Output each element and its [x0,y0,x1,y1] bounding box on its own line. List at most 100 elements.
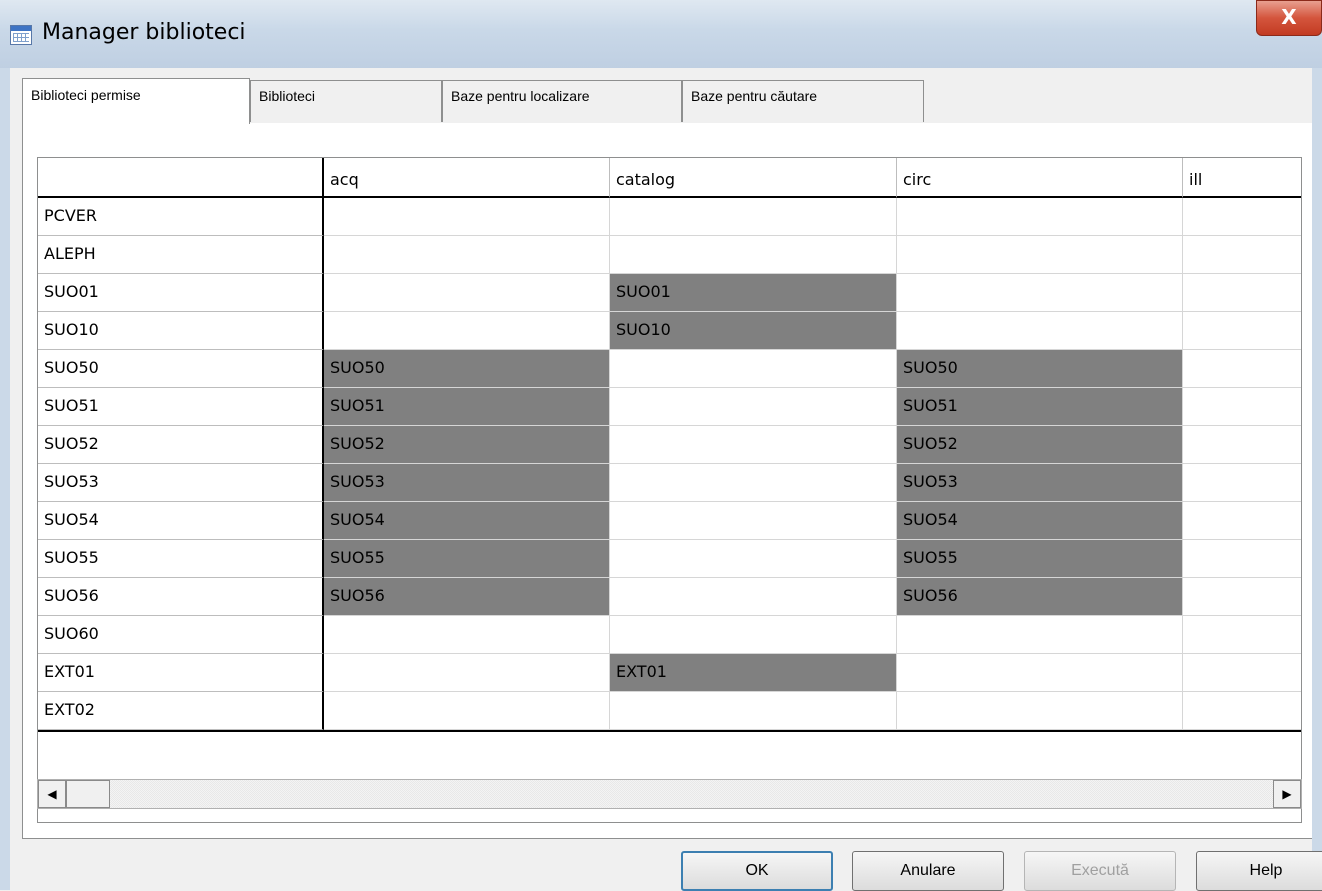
grid-cell[interactable]: SUO54 [897,502,1183,540]
grid-cell[interactable] [1183,350,1301,388]
grid-cell[interactable] [610,464,897,502]
column-header-catalog[interactable]: catalog [610,158,897,198]
scroll-thumb[interactable] [66,780,110,808]
tab-label: Baze pentru localizare [451,88,590,104]
grid-cell[interactable]: SUO52 [897,426,1183,464]
tab-biblioteci[interactable]: Biblioteci [250,80,442,122]
grid-cell[interactable] [610,578,897,616]
title-bar: Manager biblioteci X [0,0,1322,68]
row-header-suo60[interactable]: SUO60 [38,616,324,654]
grid-cell[interactable] [897,692,1183,730]
scroll-right-button[interactable]: ▶ [1273,780,1301,808]
grid-cell[interactable] [1183,502,1301,540]
grid-cell[interactable] [897,198,1183,236]
grid-cell[interactable]: SUO51 [324,388,610,426]
grid-empty-area [38,730,1301,732]
row-header-aleph[interactable]: ALEPH [38,236,324,274]
tab-baze-localizare[interactable]: Baze pentru localizare [442,80,682,122]
grid-cell[interactable]: SUO52 [324,426,610,464]
grid-cell[interactable] [610,502,897,540]
column-header-circ[interactable]: circ [897,158,1183,198]
window-title: Manager biblioteci [42,20,246,45]
row-header-suo55[interactable]: SUO55 [38,540,324,578]
grid-cell[interactable] [324,692,610,730]
grid-cell[interactable] [1183,236,1301,274]
grid-cell[interactable] [1183,540,1301,578]
help-button[interactable]: Help [1196,851,1322,891]
grid-cell[interactable] [897,616,1183,654]
grid-cell[interactable] [610,540,897,578]
grid-cell[interactable] [610,388,897,426]
close-button[interactable]: X [1256,0,1322,36]
grid-cell[interactable]: SUO53 [324,464,610,502]
grid-cell[interactable] [324,236,610,274]
row-header-suo51[interactable]: SUO51 [38,388,324,426]
grid-cell[interactable] [1183,578,1301,616]
cancel-button[interactable]: Anulare [852,851,1004,891]
grid-cell[interactable] [1183,616,1301,654]
execute-button[interactable]: Execută [1024,851,1176,891]
grid-cell[interactable]: SUO53 [897,464,1183,502]
arrow-left-icon: ◀ [47,787,57,801]
grid-cell[interactable] [324,616,610,654]
grid-cell[interactable] [1183,654,1301,692]
tab-label: Baze pentru căutare [691,88,818,104]
grid-cell[interactable] [897,654,1183,692]
grid-cell[interactable] [897,274,1183,312]
ok-button[interactable]: OK [681,851,833,891]
tab-biblioteci-permise[interactable]: Biblioteci permise [22,78,250,124]
grid-cell[interactable] [324,312,610,350]
grid-cell[interactable] [324,198,610,236]
grid-cell[interactable]: SUO54 [324,502,610,540]
window-frame-left [0,68,10,890]
grid-cell[interactable]: EXT01 [610,654,897,692]
grid-cell[interactable] [897,236,1183,274]
row-header-suo52[interactable]: SUO52 [38,426,324,464]
row-header-ext01[interactable]: EXT01 [38,654,324,692]
grid-cell[interactable]: SUO51 [897,388,1183,426]
row-header-ext02[interactable]: EXT02 [38,692,324,730]
row-header-suo01[interactable]: SUO01 [38,274,324,312]
grid-cell[interactable] [1183,274,1301,312]
grid-cell[interactable]: SUO56 [897,578,1183,616]
grid-cell[interactable] [1183,692,1301,730]
grid-cell[interactable] [897,312,1183,350]
grid-cell[interactable]: SUO55 [897,540,1183,578]
grid-cell[interactable] [1183,464,1301,502]
arrow-right-icon: ▶ [1282,787,1292,801]
column-header-ill[interactable]: ill [1183,158,1301,198]
window-frame-right [1312,68,1322,890]
grid-cell[interactable]: SUO10 [610,312,897,350]
row-header-suo53[interactable]: SUO53 [38,464,324,502]
grid-cell[interactable] [1183,312,1301,350]
grid-cell[interactable] [610,198,897,236]
grid-cell[interactable] [610,616,897,654]
grid-corner [38,158,324,198]
grid-cell[interactable] [324,654,610,692]
grid-cell[interactable] [610,350,897,388]
row-header-pcver[interactable]: PCVER [38,198,324,236]
row-header-suo10[interactable]: SUO10 [38,312,324,350]
row-header-suo56[interactable]: SUO56 [38,578,324,616]
grid-cell[interactable] [1183,426,1301,464]
grid-cell[interactable]: SUO55 [324,540,610,578]
tab-label: Biblioteci permise [31,87,141,103]
horizontal-scrollbar[interactable]: ◀ ▶ [37,779,1302,809]
libraries-grid[interactable]: acq catalog circ ill PCVER ALEPH SUO01 SUO01 SUO… [37,157,1302,823]
scroll-left-button[interactable]: ◀ [38,780,66,808]
grid-cell[interactable]: SUO50 [324,350,610,388]
tab-baze-cautare[interactable]: Baze pentru căutare [682,80,924,122]
grid-cell[interactable] [610,236,897,274]
grid-cell[interactable] [610,692,897,730]
column-header-acq[interactable]: acq [324,158,610,198]
grid-cell[interactable]: SUO50 [897,350,1183,388]
grid-cell[interactable] [1183,198,1301,236]
tab-label: Biblioteci [259,88,316,104]
grid-cell[interactable] [1183,388,1301,426]
row-header-suo54[interactable]: SUO54 [38,502,324,540]
row-header-suo50[interactable]: SUO50 [38,350,324,388]
grid-cell[interactable]: SUO01 [610,274,897,312]
grid-cell[interactable] [610,426,897,464]
grid-cell[interactable] [324,274,610,312]
grid-cell[interactable]: SUO56 [324,578,610,616]
